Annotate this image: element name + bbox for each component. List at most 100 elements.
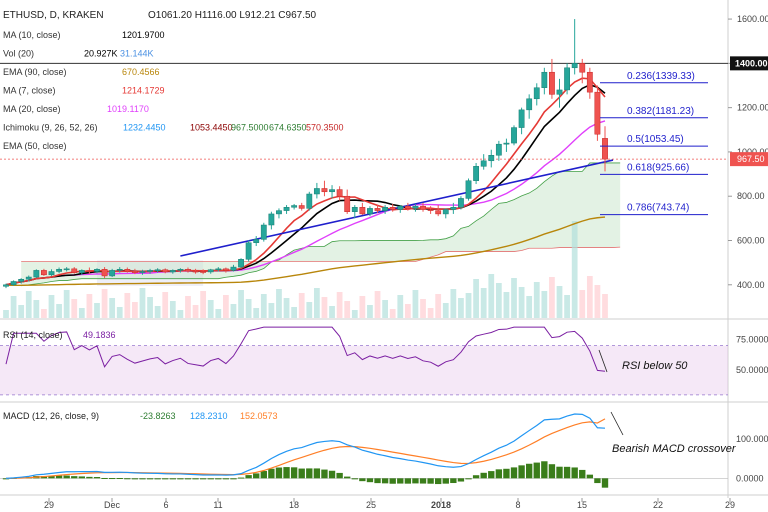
- volume-bar: [291, 307, 298, 318]
- volume-bar: [78, 308, 85, 318]
- volume-bar: [458, 298, 464, 318]
- volume-bar: [549, 277, 555, 318]
- volume-bar: [230, 304, 237, 318]
- indicator-value: 1214.1729: [122, 86, 165, 96]
- volume-bar: [268, 303, 275, 318]
- candle-body: [571, 63, 578, 69]
- candle-body: [298, 205, 305, 209]
- macd-histogram-bar: [518, 465, 525, 479]
- candle-body: [533, 87, 540, 100]
- macd-histogram-bar: [108, 478, 116, 480]
- macd-histogram-bar: [313, 468, 321, 479]
- indicator-value: 570.3500: [306, 123, 344, 133]
- macd-histogram-bar: [222, 478, 230, 480]
- volume-bar: [450, 289, 457, 318]
- fib-label: 0.786(743.74): [627, 203, 689, 214]
- candle-body: [3, 284, 9, 287]
- indicator-value: 1019.1170: [107, 104, 149, 114]
- candle-body: [495, 143, 502, 156]
- candle-body: [351, 207, 358, 212]
- candle-body: [404, 205, 411, 209]
- price-tick-label: 1600.00: [737, 14, 768, 24]
- volume-bar: [564, 295, 570, 318]
- candle-body: [154, 269, 161, 271]
- candle-body: [139, 271, 146, 273]
- macd-histogram-bar: [586, 474, 594, 479]
- candle-body: [465, 180, 472, 199]
- candle-body: [382, 207, 389, 211]
- volume-bar: [351, 310, 358, 318]
- indicator-label: EMA (90, close): [3, 67, 67, 77]
- macd-histogram-bar: [306, 468, 313, 479]
- volume-bar: [556, 286, 563, 318]
- volume-bar: [25, 291, 32, 318]
- indicator-value: 1232.4450: [123, 123, 166, 133]
- candle-body: [253, 239, 260, 243]
- macd-histogram-bar: [169, 478, 176, 480]
- candle-body: [33, 270, 40, 278]
- candle-body: [94, 269, 100, 272]
- volume-bar: [56, 304, 62, 318]
- candle-body: [124, 269, 131, 272]
- volume-bar: [298, 293, 305, 318]
- macd-histogram-bar: [510, 467, 518, 479]
- macd-histogram-bar: [207, 478, 214, 480]
- volume-bar: [169, 301, 176, 318]
- macd-histogram-bar: [601, 478, 609, 488]
- x-tick-label: 29: [44, 500, 54, 510]
- macd-histogram-bar: [199, 478, 207, 480]
- x-tick-label: 11: [213, 500, 222, 510]
- macd-histogram-bar: [93, 477, 101, 479]
- candle-body: [420, 205, 426, 210]
- candle-body: [71, 268, 78, 273]
- indicator-label: Vol (20): [3, 49, 34, 59]
- volume-bar: [124, 293, 131, 318]
- volume-bar: [480, 288, 487, 318]
- volume-bar: [48, 295, 55, 318]
- macd-label: MACD (12, 26, close, 9): [3, 411, 99, 421]
- x-tick-label: 29: [725, 500, 735, 510]
- candle-body: [215, 268, 222, 271]
- candle-body: [18, 279, 25, 282]
- volume-bar: [412, 290, 419, 318]
- macd-histogram-bar: [283, 467, 290, 479]
- price-tick-label: 600.00: [737, 236, 765, 246]
- candle-body: [488, 155, 495, 162]
- volume-bar: [132, 302, 138, 318]
- macd-histogram-bar: [397, 478, 404, 484]
- macd-histogram-bar: [321, 469, 328, 479]
- indicator-value: 20.927K: [84, 49, 118, 59]
- candle-body: [427, 209, 434, 211]
- x-tick-label: Dec: [104, 500, 121, 510]
- macd-histogram-bar: [541, 461, 548, 479]
- candle-body: [177, 269, 184, 271]
- macd-histogram-bar: [162, 478, 169, 480]
- candle-body: [367, 208, 373, 215]
- candle-body: [344, 195, 351, 212]
- candle-body: [63, 268, 70, 271]
- candle-body: [245, 242, 252, 260]
- candle-body: [147, 270, 153, 272]
- candle-body: [564, 67, 570, 91]
- macd-arrow: [610, 411, 624, 436]
- indicator-label: Ichimoku (9, 26, 52, 26): [3, 123, 98, 133]
- volume-bar: [321, 297, 328, 318]
- macd-value: 152.0573: [240, 411, 278, 421]
- volume-bar: [442, 303, 449, 318]
- candle-body: [549, 71, 555, 95]
- candle-body: [78, 270, 85, 273]
- macd-histogram-bar: [472, 475, 480, 479]
- macd-histogram-bar: [427, 478, 434, 484]
- volume-bar: [313, 288, 320, 318]
- volume-bar: [116, 307, 123, 318]
- macd-histogram-bar: [268, 468, 275, 479]
- macd-histogram-bar: [336, 472, 343, 479]
- macd-histogram-bar: [101, 477, 108, 479]
- macd-histogram-bar: [124, 478, 131, 480]
- candle-body: [556, 89, 563, 95]
- candle-body: [260, 224, 267, 240]
- volume-bar: [283, 298, 290, 318]
- volume-bar: [162, 292, 169, 318]
- candle-body: [526, 98, 533, 111]
- candle-body: [442, 209, 449, 215]
